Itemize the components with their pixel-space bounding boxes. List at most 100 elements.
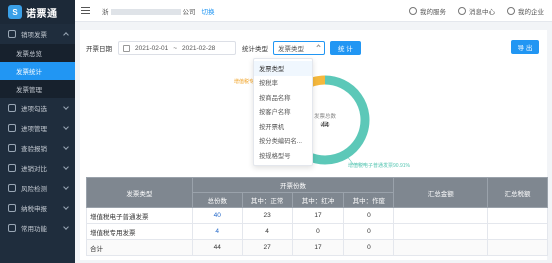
cell-tax — [487, 207, 548, 224]
my-enterprise-button[interactable]: 我的企业 — [507, 6, 544, 16]
brand-logo[interactable]: S 诺票通 — [0, 0, 75, 24]
chevron-down-icon — [63, 124, 69, 130]
bell-icon — [458, 7, 466, 15]
cell-total[interactable]: 4 — [191, 223, 243, 240]
cell-total[interactable]: 40 — [191, 207, 243, 224]
cell-void: 0 — [343, 207, 395, 224]
stat-type-select[interactable]: 发票类型 — [273, 41, 325, 55]
export-button[interactable]: 导 出 — [511, 40, 539, 54]
cell-normal: 4 — [241, 223, 293, 240]
brand-name: 诺票通 — [26, 8, 58, 20]
header-invoice-type: 发票类型 — [86, 177, 193, 208]
cell-total: 44 — [191, 239, 243, 256]
brand-mark-icon: S — [8, 5, 22, 19]
stat-type-label: 统计类型 — [242, 46, 268, 53]
sidebar-item-label: 常用功能 — [21, 226, 47, 233]
top-actions: 我的服务 消息中心 我的企业 — [409, 0, 544, 22]
cell-amount — [393, 207, 489, 224]
sidebar-item-tax-declare[interactable]: 纳税申报 — [0, 198, 75, 218]
sidebar-subitem-statistics[interactable]: 发票统计 — [0, 62, 75, 80]
stat-type-dropdown: 发票类型 按税率 按商品名称 按客户名称 按开票机 按分类编码名... 按规格型… — [253, 58, 313, 166]
sidebar-item-label: 进销对比 — [21, 166, 47, 173]
chevron-down-icon — [63, 184, 69, 190]
cell-amount — [393, 223, 489, 240]
sidebar-item-label: 进项管理 — [21, 126, 47, 133]
filter-bar: 开票日期 2021-02-01 ~ 2021-02-28 统计类型 发票类型 统… — [80, 40, 361, 56]
my-service-button[interactable]: 我的服务 — [409, 6, 446, 16]
dropdown-option-tax-rate[interactable]: 按税率 — [254, 76, 312, 91]
my-enterprise-label: 我的企业 — [518, 9, 544, 16]
invoice-type-chart: 增值税专用发票 发票总数(张) 44 增值税电子普通发票90.91% — [80, 56, 547, 176]
header-count-group: 开票份数 — [191, 177, 395, 193]
cell-type: 增值税电子普通发票 — [86, 207, 193, 224]
summary-table: 发票类型 开票份数 汇总金额 汇总税额 总份数 其中：正常 其中：红冲 其中：作… — [86, 177, 548, 263]
header-void: 其中：作废 — [343, 192, 395, 208]
cell-type: 增值税专用发票 — [86, 223, 193, 240]
cell-void: 0 — [343, 223, 395, 240]
cell-amount — [393, 239, 489, 256]
sidebar-item-verify[interactable]: 查验报销 — [0, 138, 75, 158]
search-icon — [8, 144, 16, 152]
message-center-label: 消息中心 — [469, 9, 495, 16]
company-suffix: 公司 — [182, 8, 196, 16]
sidebar-item-sales-invoice[interactable]: 销项发票 — [0, 24, 75, 44]
dropdown-option-product-name[interactable]: 按商品名称 — [254, 90, 312, 105]
sidebar-item-input-manage[interactable]: 进项管理 — [0, 118, 75, 138]
dropdown-option-machine[interactable]: 按开票机 — [254, 119, 312, 134]
invoice-icon — [8, 30, 16, 38]
folder-icon — [8, 124, 16, 132]
cell-red: 17 — [291, 239, 345, 256]
sidebar-subitem-management[interactable]: 发票管理 — [0, 80, 75, 98]
top-bar: 浙 公司 切换 我的服务 消息中心 我的企业 — [75, 0, 552, 22]
dropdown-option-spec-model[interactable]: 按规格型号 — [254, 148, 312, 163]
chevron-down-icon — [63, 144, 69, 150]
dropdown-option-customer-name[interactable]: 按客户名称 — [254, 105, 312, 120]
sidebar-item-compare[interactable]: 进销对比 — [0, 158, 75, 178]
header-tax: 汇总税额 — [487, 177, 548, 208]
date-separator: ~ — [173, 44, 178, 52]
dropdown-option-category-code[interactable]: 按分类编码名... — [254, 134, 312, 149]
sidebar: S 诺票通 销项发票 发票总览 发票统计 发票管理 进项勾选 进项管理 查验报销… — [0, 0, 75, 263]
annotation-bottom: 增值税电子普通发票90.91% — [348, 163, 410, 169]
user-icon — [507, 7, 515, 15]
sidebar-item-risk[interactable]: 风险检测 — [0, 178, 75, 198]
date-range-picker[interactable]: 2021-02-01 ~ 2021-02-28 — [118, 41, 236, 55]
document-icon — [8, 204, 16, 212]
switch-company-link[interactable]: 切换 — [202, 6, 215, 16]
header-amount: 汇总金额 — [393, 177, 489, 208]
cell-red: 17 — [291, 207, 345, 224]
stat-type-value: 发票类型 — [278, 46, 304, 53]
menu-toggle-icon[interactable] — [81, 7, 90, 14]
chevron-down-icon — [63, 164, 69, 170]
my-service-label: 我的服务 — [420, 9, 446, 16]
checklist-icon — [8, 104, 16, 112]
compare-icon — [8, 164, 16, 172]
company-name-redacted — [110, 8, 181, 15]
message-center-button[interactable]: 消息中心 — [458, 6, 495, 16]
date-end: 2021-02-28 — [182, 44, 216, 52]
sidebar-item-label: 风险检测 — [21, 186, 47, 193]
header-total: 总份数 — [191, 192, 243, 208]
cell-red: 0 — [291, 223, 345, 240]
cell-tax — [487, 239, 548, 256]
dropdown-option-invoice-type[interactable]: 发票类型 — [254, 61, 312, 76]
sidebar-subitem-overview[interactable]: 发票总览 — [0, 44, 75, 62]
donut-center-value: 44 — [321, 122, 329, 129]
table-row: 增值税电子普通发票 40 23 17 0 — [86, 207, 548, 224]
cell-type: 合计 — [86, 239, 193, 256]
chevron-up-icon — [63, 32, 69, 38]
stat-button[interactable]: 统 计 — [330, 41, 361, 55]
chevron-up-icon — [316, 44, 321, 49]
cell-normal: 23 — [241, 207, 293, 224]
sidebar-item-input-select[interactable]: 进项勾选 — [0, 98, 75, 118]
sidebar-item-label: 纳税申报 — [21, 206, 47, 213]
header-normal: 其中：正常 — [241, 192, 293, 208]
company-prefix: 浙 — [102, 8, 109, 16]
sidebar-item-label: 进项勾选 — [21, 106, 47, 113]
sidebar-item-label: 销项发票 — [21, 32, 47, 39]
company-name: 浙 公司 — [102, 6, 196, 16]
table-row: 增值税专用发票 4 4 0 0 — [86, 223, 548, 240]
grid-icon — [8, 224, 16, 232]
sidebar-item-common[interactable]: 常用功能 — [0, 218, 75, 238]
sidebar-item-label: 查验报销 — [21, 146, 47, 153]
